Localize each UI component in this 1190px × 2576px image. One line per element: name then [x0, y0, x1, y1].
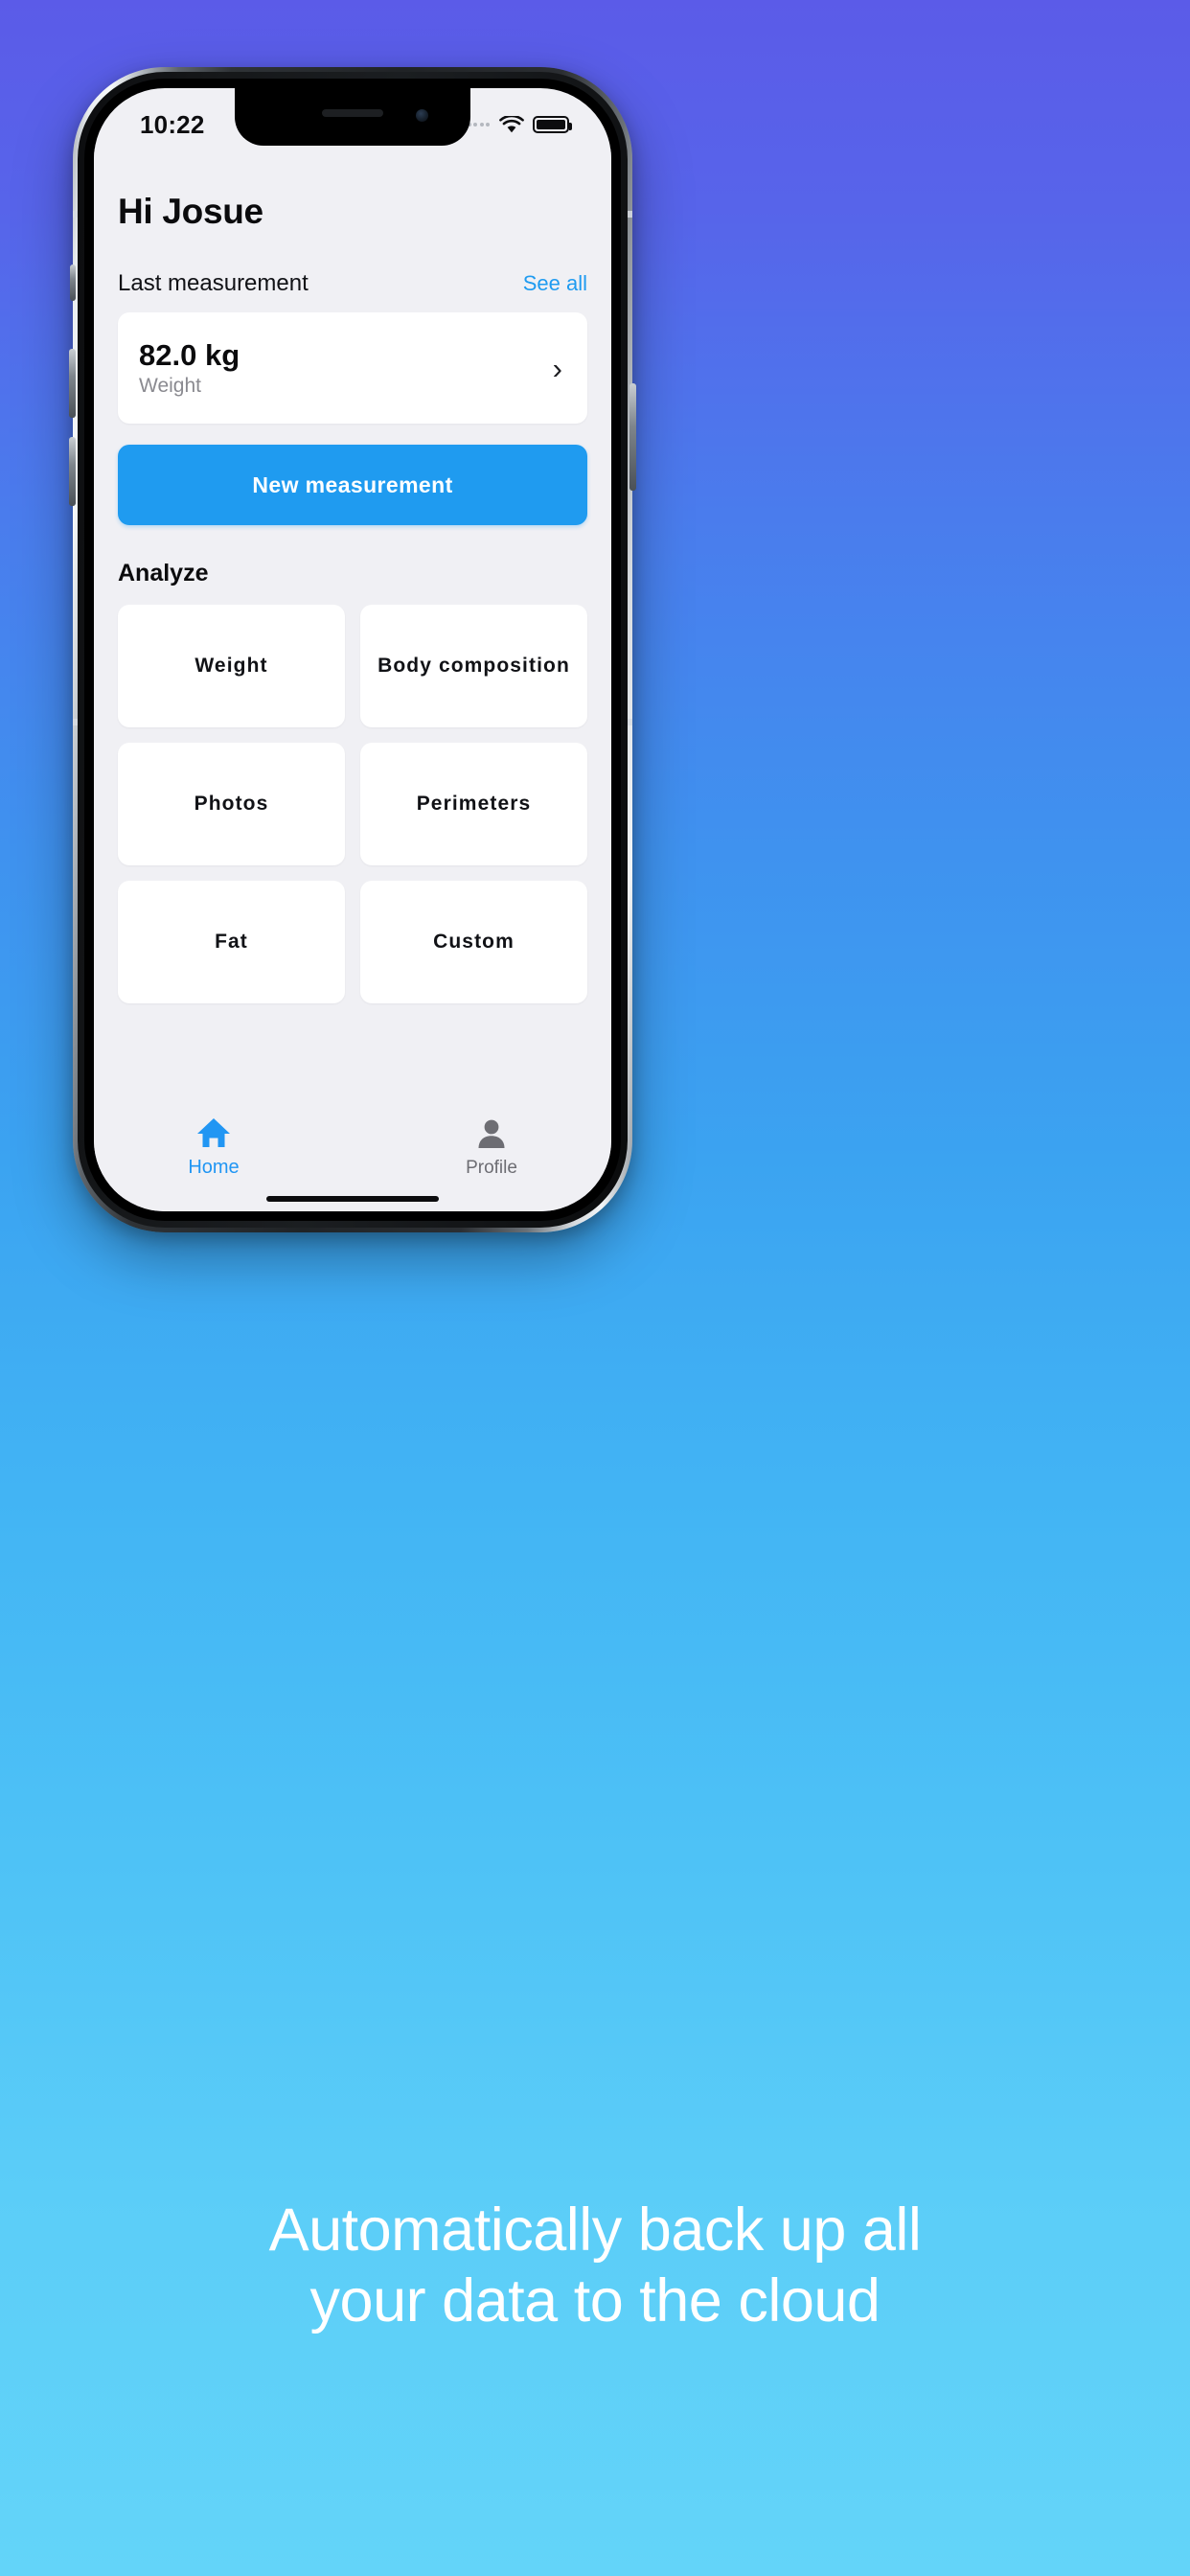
silent-switch[interactable] — [70, 264, 76, 301]
see-all-link[interactable]: See all — [523, 271, 587, 296]
wifi-icon — [499, 115, 524, 132]
tab-home-label: Home — [188, 1157, 240, 1178]
section-title-last-measurement: Last measurement — [118, 270, 309, 296]
analyze-tile-weight[interactable]: Weight — [118, 605, 345, 727]
app-content: Hi Josue Last measurement See all 82.0 k… — [94, 148, 611, 1211]
tab-home[interactable]: Home — [156, 1116, 271, 1179]
antenna-line — [628, 211, 632, 218]
phone-screen: 10:22 Hi Josue Last measurement See all … — [94, 88, 611, 1211]
page-title: Hi Josue — [118, 192, 263, 231]
phone-mockup: 10:22 Hi Josue Last measurement See all … — [69, 67, 636, 1232]
analyze-tile-fat[interactable]: Fat — [118, 881, 345, 1003]
chevron-right-icon[interactable]: › — [553, 354, 566, 383]
section-title-analyze: Analyze — [118, 560, 209, 586]
phone-bezel: 10:22 Hi Josue Last measurement See all … — [84, 79, 621, 1221]
volume-down-button[interactable] — [69, 437, 76, 506]
measurement-label: Weight — [139, 375, 201, 398]
promo-caption-line2: your data to the cloud — [309, 2267, 881, 2335]
bottom-tab-bar: Home Profile — [118, 1116, 587, 1196]
promo-caption-line1: Automatically back up all — [268, 2196, 922, 2264]
last-measurement-card[interactable]: 82.0 kg Weight › — [118, 312, 587, 424]
last-measurement-text: 82.0 kg Weight — [139, 338, 240, 399]
analyze-tile-body-composition[interactable]: Body composition — [360, 605, 587, 727]
front-camera-icon — [416, 109, 428, 122]
status-bar-indicators — [467, 115, 572, 134]
home-icon — [197, 1118, 230, 1147]
tab-profile-label: Profile — [466, 1158, 517, 1178]
volume-up-button[interactable] — [69, 349, 76, 418]
analyze-tile-perimeters[interactable]: Perimeters — [360, 743, 587, 865]
analyze-tile-custom[interactable]: Custom — [360, 881, 587, 1003]
earpiece-speaker-icon — [322, 109, 383, 117]
status-bar-time: 10:22 — [140, 109, 205, 139]
analyze-tile-photos[interactable]: Photos — [118, 743, 345, 865]
measurement-value: 82.0 kg — [139, 337, 240, 372]
person-icon — [478, 1119, 505, 1148]
tab-profile[interactable]: Profile — [434, 1116, 549, 1179]
last-measurement-header: Last measurement See all — [118, 270, 587, 297]
power-button[interactable] — [629, 383, 636, 491]
notch — [235, 88, 470, 146]
antenna-line — [73, 719, 78, 725]
signal-dots-icon — [467, 123, 490, 126]
new-measurement-button[interactable]: New measurement — [118, 445, 587, 525]
analyze-grid: Weight Body composition Photos Perimeter… — [118, 605, 587, 1003]
home-indicator[interactable] — [266, 1196, 439, 1202]
battery-full-icon — [533, 116, 572, 133]
antenna-line — [628, 719, 632, 725]
antenna-line — [73, 211, 78, 218]
promo-caption: Automatically back up all your data to t… — [0, 2195, 1190, 2337]
